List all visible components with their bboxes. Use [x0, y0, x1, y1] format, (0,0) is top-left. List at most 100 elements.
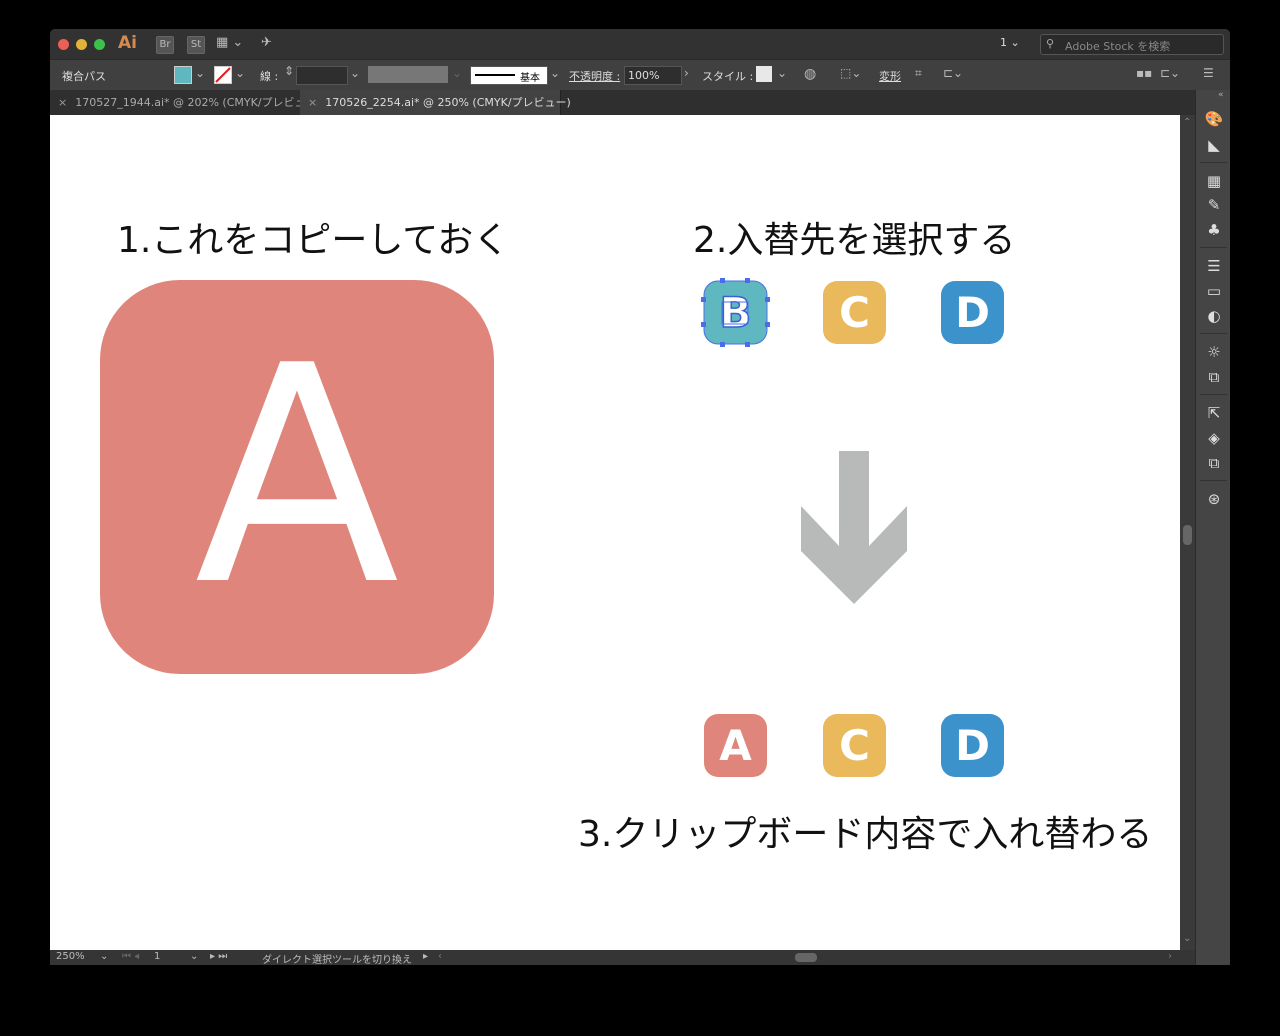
workspace-selector[interactable]: 1 ⌄	[1000, 36, 1020, 49]
close-tab-icon[interactable]: ×	[308, 96, 317, 109]
vertical-scrollbar[interactable]: ⌃ ⌄	[1180, 115, 1195, 950]
document-tabs: × 170527_1944.ai* @ 202% (CMYK/プレビュー) × 17…	[50, 90, 1195, 115]
title-bar: Ai Br St ▦ ⌄ ✈ 1 ⌄ ⚲ Adobe Stock を検索	[50, 29, 1230, 59]
isolate-object-icon[interactable]: ⊏⌄	[943, 66, 963, 80]
card-letter: D	[955, 288, 990, 337]
options-icon[interactable]: ⊏⌄	[1160, 66, 1180, 80]
down-arrow[interactable]	[800, 451, 910, 606]
cc-libraries-icon[interactable]: ⊛	[1204, 490, 1224, 508]
card-c[interactable]: C	[823, 281, 886, 344]
step2-heading: 2.入替先を選択する	[693, 220, 1016, 261]
stock-search-input[interactable]: ⚲ Adobe Stock を検索	[1040, 34, 1224, 55]
scroll-left-icon[interactable]: ‹	[438, 951, 442, 962]
zoom-window-button[interactable]	[94, 39, 105, 50]
search-placeholder: Adobe Stock を検索	[1065, 40, 1171, 53]
artboard-number[interactable]: 1	[154, 951, 160, 962]
scroll-down-icon[interactable]: ⌄	[1183, 933, 1191, 944]
swatches-panel-icon[interactable]: ▦	[1204, 172, 1224, 190]
next-artboard-icon[interactable]: ▸ ⏭	[210, 951, 227, 962]
scroll-up-icon[interactable]: ⌃	[1183, 117, 1191, 128]
variable-width-profile[interactable]	[368, 66, 448, 83]
brush-dropdown-icon[interactable]: ⌄	[550, 66, 560, 80]
first-artboard-icon[interactable]: ⏮ ◂	[122, 951, 139, 962]
object-type-label: 複合パス	[62, 70, 106, 83]
no-stroke-icon	[215, 67, 231, 83]
selection-handles	[701, 278, 770, 347]
vertical-scroll-thumb[interactable]	[1183, 525, 1192, 545]
stroke-weight-input[interactable]	[296, 66, 348, 85]
transparency-panel-icon[interactable]: ◐	[1204, 307, 1224, 325]
card-letter: D	[955, 721, 990, 770]
export-panel-icon[interactable]: ⇱	[1204, 404, 1224, 422]
opacity-value: 100%	[628, 69, 660, 82]
step3-heading: 3.クリップボード内容で入れ替わる	[578, 814, 1153, 855]
card-a-large[interactable]: A	[100, 280, 494, 674]
minimize-window-button[interactable]	[76, 39, 87, 50]
opacity-input[interactable]: 100%	[624, 66, 682, 85]
symbols-panel-icon[interactable]: ♣	[1204, 221, 1224, 239]
card-letter: C	[839, 721, 870, 770]
stock-button[interactable]: St	[187, 36, 205, 54]
transform-link[interactable]: 変形	[879, 68, 901, 84]
color-panel-icon[interactable]: 🎨	[1204, 110, 1224, 128]
close-tab-icon[interactable]: ×	[58, 96, 67, 109]
align-selection-icon[interactable]: ⬚⌄	[840, 66, 861, 80]
appearance-panel-icon[interactable]: ☼	[1204, 343, 1224, 361]
tab-document-2[interactable]: × 170526_2254.ai* @ 250% (CMYK/プレビュー)	[300, 90, 571, 115]
stroke-dropdown-icon[interactable]: ⌄	[235, 66, 245, 80]
graphic-style-swatch[interactable]	[756, 66, 772, 82]
panel-dock: « 🎨 ◣ ▦ ✎ ♣ ☰ ▭ ◐ ☼ ⧉ ⇱ ◈ ⧉ ⊛	[1195, 90, 1230, 965]
brush-label: 基本	[520, 73, 540, 84]
stroke-swatch[interactable]	[214, 66, 232, 84]
step1-heading: 1.これをコピーしておく	[117, 220, 510, 261]
card-c-result[interactable]: C	[823, 714, 886, 777]
zoom-dropdown-icon[interactable]: ⌄	[100, 951, 108, 962]
close-window-button[interactable]	[58, 39, 69, 50]
card-a-result[interactable]: A	[704, 714, 767, 777]
artboards-panel-icon[interactable]: ⧉	[1204, 454, 1224, 472]
artboard-dropdown-icon[interactable]: ⌄	[190, 951, 198, 962]
layers-panel-icon[interactable]: ◈	[1204, 429, 1224, 447]
brush-definition[interactable]: 基本	[470, 66, 548, 85]
stroke-weight-label: 線 :	[260, 70, 279, 83]
card-letter: C	[839, 288, 870, 337]
color-guide-icon[interactable]: ◣	[1204, 136, 1224, 154]
horizontal-scroll-thumb[interactable]	[795, 953, 817, 962]
arrange-documents-icon[interactable]: ▦ ⌄	[216, 35, 243, 50]
profile-dropdown-icon[interactable]: ⌄	[452, 66, 462, 80]
opacity-arrow-icon[interactable]: ›	[684, 66, 689, 80]
recolor-artwork-icon[interactable]: ◍	[804, 66, 816, 82]
fill-swatch[interactable]	[174, 66, 192, 84]
tab-label: 170527_1944.ai* @ 202% (CMYK/プレビュー)	[75, 96, 321, 109]
artboard-canvas[interactable]: 1.これをコピーしておく 2.入替先を選択する A B C D A C D 3.…	[50, 115, 1180, 950]
status-bar: 250% ⌄ ⏮ ◂ 1 ⌄ ▸ ⏭ ダイレクト選択ツールを切り換え ▸ ‹ ›	[50, 950, 1195, 965]
stroke-weight-dropdown-icon[interactable]: ⌄	[350, 66, 360, 80]
arrange-panels-icon[interactable]: ▪▪	[1136, 66, 1152, 80]
transform-icon[interactable]: ⌗	[915, 66, 922, 81]
stroke-stepper-icon[interactable]: ⇕	[284, 64, 294, 78]
panel-separator	[1200, 333, 1227, 334]
status-message: ダイレクト選択ツールを切り換え	[262, 955, 412, 965]
illustrator-window: Ai Br St ▦ ⌄ ✈ 1 ⌄ ⚲ Adobe Stock を検索 複合パ…	[50, 29, 1230, 965]
app-logo: Ai	[118, 33, 137, 53]
graphic-styles-panel-icon[interactable]: ⧉	[1204, 368, 1224, 386]
tab-document-1[interactable]: × 170527_1944.ai* @ 202% (CMYK/プレビュー)	[50, 90, 321, 115]
card-d[interactable]: D	[941, 281, 1004, 344]
opacity-label[interactable]: 不透明度 :	[569, 68, 620, 84]
zoom-level[interactable]: 250%	[56, 951, 85, 962]
status-menu-icon[interactable]: ▸	[423, 951, 428, 962]
style-dropdown-icon[interactable]: ⌄	[777, 66, 787, 80]
bridge-button[interactable]: Br	[156, 36, 174, 54]
scroll-right-icon[interactable]: ›	[1168, 951, 1172, 962]
fill-dropdown-icon[interactable]: ⌄	[195, 66, 205, 80]
search-icon: ⚲	[1046, 37, 1055, 50]
card-d-result[interactable]: D	[941, 714, 1004, 777]
collapse-panels-icon[interactable]: «	[1218, 90, 1224, 100]
brushes-panel-icon[interactable]: ✎	[1204, 196, 1224, 214]
style-label: スタイル :	[702, 70, 754, 83]
stroke-panel-icon[interactable]: ☰	[1204, 257, 1224, 275]
gpu-performance-icon[interactable]: ✈	[261, 35, 272, 50]
control-panel-menu-icon[interactable]: ☰	[1203, 66, 1214, 80]
panel-separator	[1200, 162, 1227, 163]
gradient-panel-icon[interactable]: ▭	[1204, 282, 1224, 300]
